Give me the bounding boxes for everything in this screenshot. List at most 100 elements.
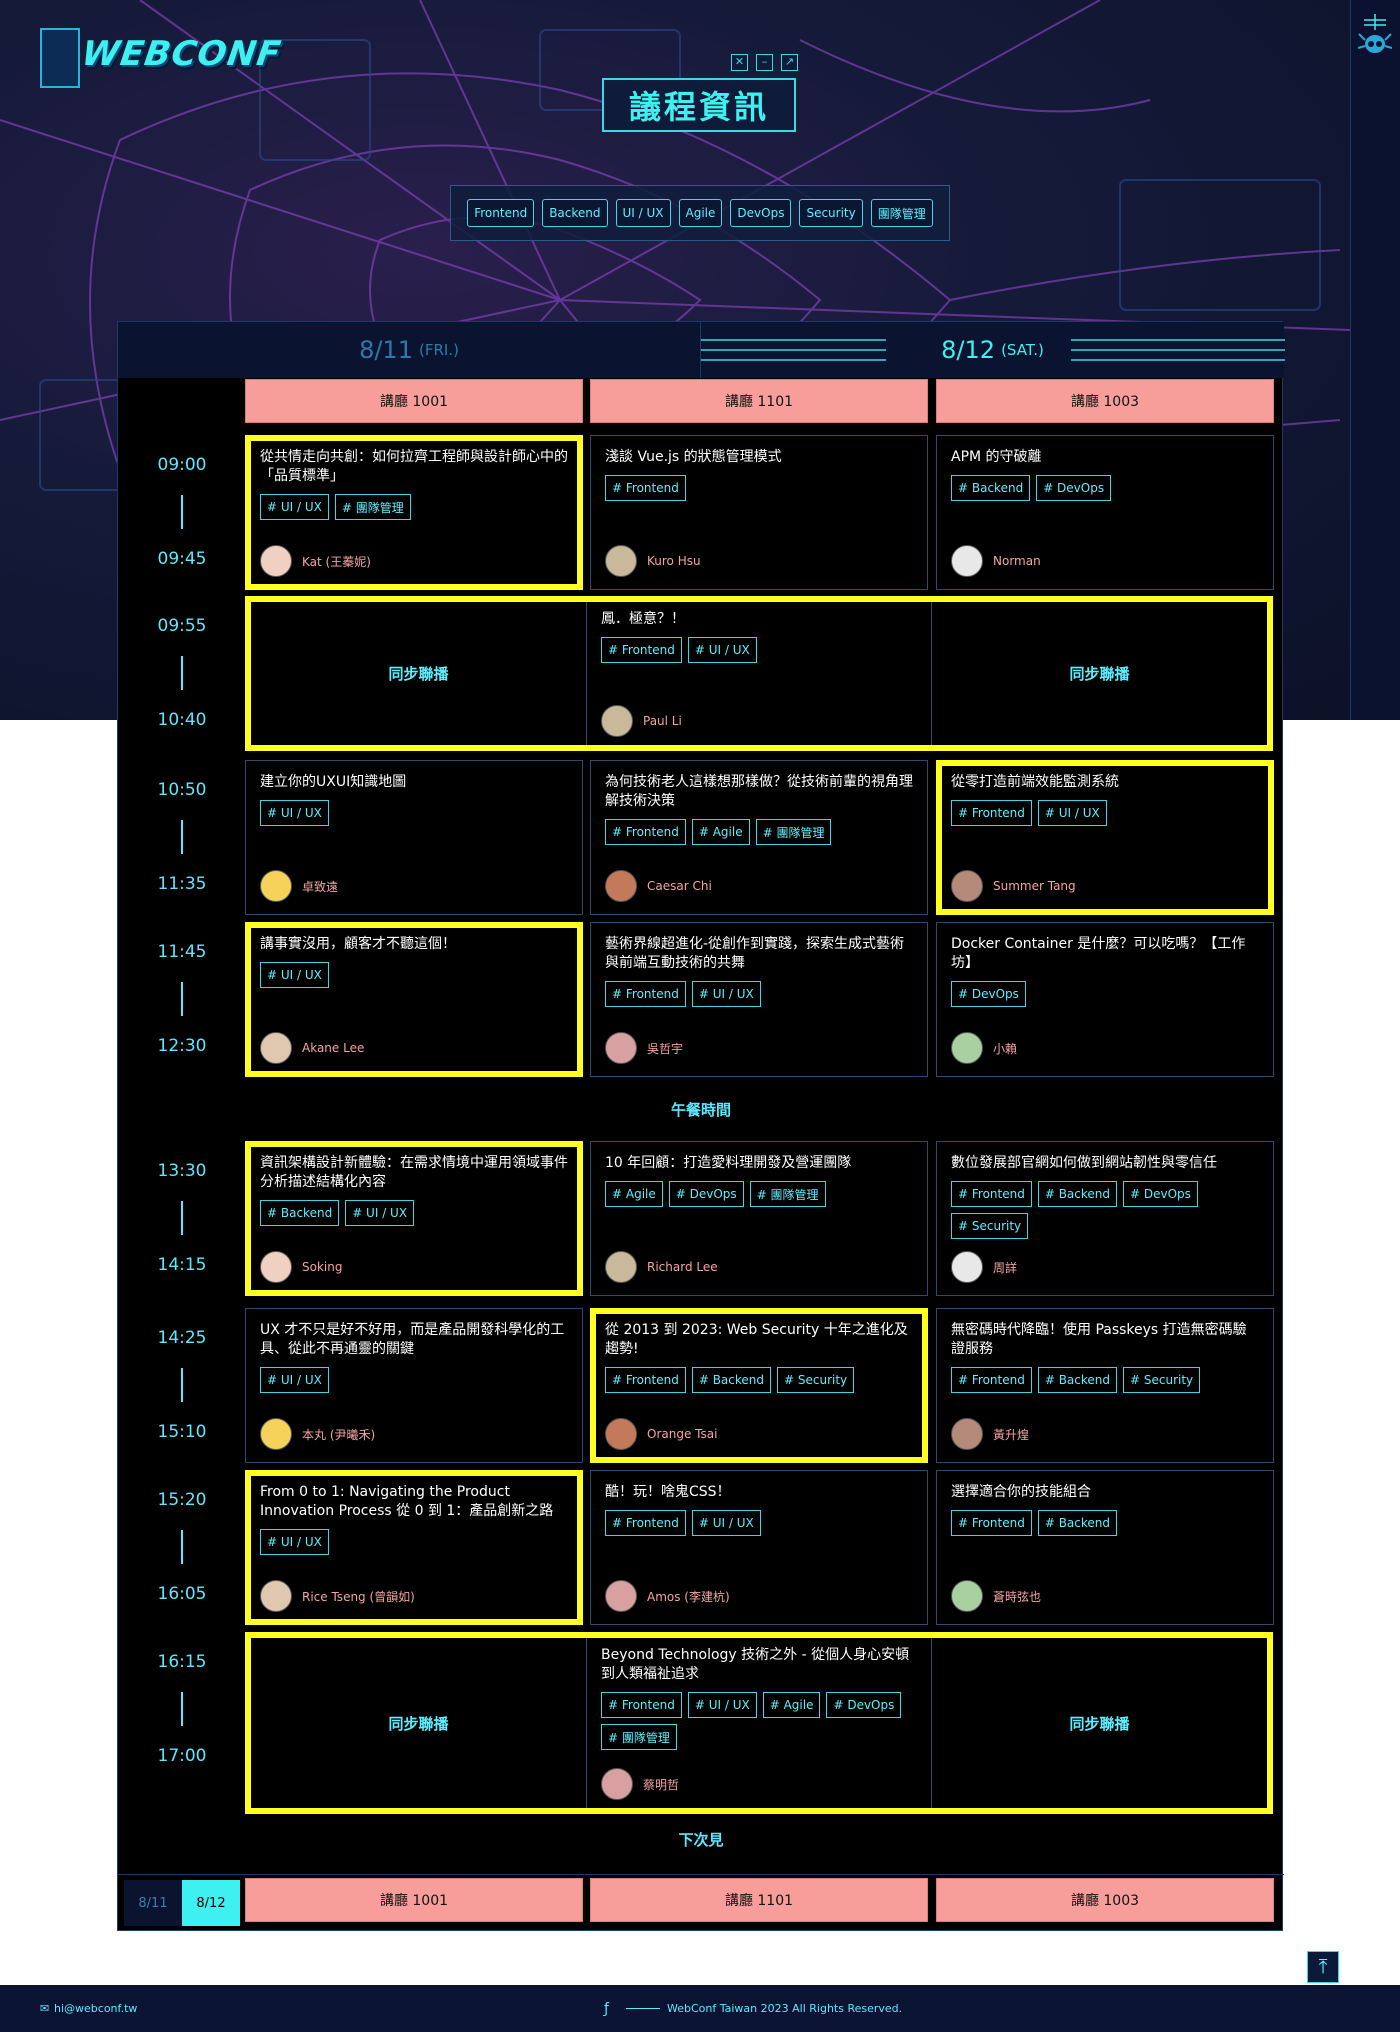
filter-uiux[interactable]: UI / UX <box>615 199 671 227</box>
session-card[interactable]: 從 2013 到 2023: Web Security 十年之進化及趨勢! # F… <box>590 1308 928 1463</box>
track-tag[interactable]: # Backend <box>1037 1510 1118 1536</box>
session-card[interactable]: 藝術界線超進化-從創作到實踐，探索生成式藝術與前端互動技術的共舞 # Fronte… <box>590 922 928 1077</box>
track-tag[interactable]: # Frontend <box>951 1181 1032 1207</box>
track-tag[interactable]: # 團隊管理 <box>755 819 832 845</box>
speaker[interactable]: Kat (王蓁妮) <box>260 545 371 577</box>
track-tag[interactable]: # DevOps <box>668 1181 744 1207</box>
track-tag[interactable]: # UI / UX <box>691 1510 761 1536</box>
track-tag[interactable]: # UI / UX <box>260 494 329 520</box>
track-tag[interactable]: # UI / UX <box>345 1200 415 1226</box>
simulcast-session[interactable]: 同步聯播 Beyond Technology 技術之外 - 從個人身心安頓到人類福… <box>245 1632 1273 1814</box>
tab-day-sat[interactable]: 8/12 (SAT.) <box>700 322 1285 378</box>
track-tag[interactable]: # Backend <box>691 1367 772 1393</box>
track-tag[interactable]: # Security <box>777 1367 855 1393</box>
track-tag[interactable]: # Frontend <box>951 1510 1032 1536</box>
speaker[interactable]: Soking <box>260 1251 342 1283</box>
session-card[interactable]: 為何技術老人這樣想那樣做？從技術前輩的視角理解技術決策 # Frontend # A… <box>590 760 928 915</box>
track-tag[interactable]: # 團隊管理 <box>334 494 411 520</box>
tab-day-fri[interactable]: 8/11 (FRI.) <box>118 322 700 378</box>
track-tag[interactable]: # UI / UX <box>1037 800 1107 826</box>
footer-email[interactable]: hi@webconf.tw <box>54 2002 137 2015</box>
speaker[interactable]: Norman <box>951 545 1041 577</box>
track-tag[interactable]: # DevOps <box>1036 475 1112 501</box>
track-tag[interactable]: # UI / UX <box>260 800 329 826</box>
track-tag[interactable]: # UI / UX <box>260 1529 329 1555</box>
track-tag[interactable]: # DevOps <box>951 981 1026 1007</box>
track-tag[interactable]: # Agile <box>605 1181 663 1207</box>
speaker[interactable]: 黃升煌 <box>951 1418 1029 1450</box>
session-card[interactable]: 10 年回顧：打造愛料理開發及營運團隊 # Agile # DevOps # 團隊管理… <box>590 1141 928 1296</box>
speaker[interactable]: Rice Tseng (曾韻如) <box>260 1580 415 1612</box>
track-tag[interactable]: # Security <box>951 1213 1029 1239</box>
track-tag[interactable]: # 團隊管理 <box>601 1724 677 1750</box>
track-tag[interactable]: # Agile <box>691 819 750 845</box>
speaker[interactable]: 蔡明哲 <box>601 1768 679 1800</box>
speaker[interactable]: Paul Li <box>601 705 682 737</box>
speaker[interactable]: Amos (李建杭) <box>605 1580 730 1612</box>
track-tag[interactable]: # Frontend <box>605 819 686 845</box>
speaker[interactable]: Summer Tang <box>951 870 1076 902</box>
filter-devops[interactable]: DevOps <box>730 199 792 227</box>
speaker[interactable]: Richard Lee <box>605 1251 718 1283</box>
track-tag[interactable]: # Frontend <box>605 1367 686 1393</box>
session-card[interactable]: 講事實沒用，顧客才不聽這個！ # UI / UX Akane Lee <box>245 922 583 1077</box>
track-tag[interactable]: # Frontend <box>951 800 1032 826</box>
track-tag[interactable]: # UI / UX <box>260 1367 329 1393</box>
session-card[interactable]: From 0 to 1: Navigating the Product Inno… <box>245 1470 583 1625</box>
speaker[interactable]: 卓致遠 <box>260 870 338 902</box>
track-tag[interactable]: # Frontend <box>605 981 686 1007</box>
session-card[interactable]: 從零打造前端效能監測系統 # Frontend # UI / UX Summer Ta… <box>936 760 1274 915</box>
bottom-tab-fri[interactable]: 8/11 <box>124 1880 182 1926</box>
session-card[interactable]: APM 的守破離 # Backend # DevOps Norman <box>936 435 1274 590</box>
speaker[interactable]: 本丸 (尹曦禾) <box>260 1418 375 1450</box>
track-tag[interactable]: # UI / UX <box>687 637 757 663</box>
session-card[interactable]: Docker Container 是什麼？可以吃嗎？【工作坊】 # DevOps 小… <box>936 922 1274 1077</box>
menu-button[interactable] <box>1357 14 1393 58</box>
session-card[interactable]: 淺談 Vue.js 的狀態管理模式 # Frontend Kuro Hsu <box>590 435 928 590</box>
session-card[interactable]: UX 才不只是好不好用，而是產品開發科學化的工具、從此不再通靈的關鍵 # UI /… <box>245 1308 583 1463</box>
keynote-card[interactable]: 鳳．極意？！ # Frontend # UI / UX Paul Li <box>586 602 932 745</box>
track-tag[interactable]: # Backend <box>260 1200 340 1226</box>
bottom-tab-sat[interactable]: 8/12 <box>182 1880 240 1926</box>
session-card[interactable]: 從共情走向共創：如何拉齊工程師與設計師心中的「品質標準」 # UI / UX # 團… <box>245 435 583 590</box>
session-card[interactable]: 無密碼時代降臨！使用 Passkeys 打造無密碼驗證服務 # Frontend #… <box>936 1308 1274 1463</box>
filter-frontend[interactable]: Frontend <box>467 199 535 227</box>
track-tag[interactable]: # Backend <box>1037 1181 1118 1207</box>
speaker[interactable]: Kuro Hsu <box>605 545 701 577</box>
filter-backend[interactable]: Backend <box>542 199 608 227</box>
simulcast-session[interactable]: 同步聯播 鳳．極意？！ # Frontend # UI / UX Paul Li 同步聯播 <box>245 596 1273 751</box>
track-tag[interactable]: # Frontend <box>605 1510 686 1536</box>
facebook-icon[interactable]: ƒ <box>604 2001 609 2017</box>
track-tag[interactable]: # Backend <box>951 475 1031 501</box>
track-tag[interactable]: # UI / UX <box>260 962 329 988</box>
track-tag[interactable]: # Frontend <box>601 1692 682 1718</box>
speaker[interactable]: 周詳 <box>951 1251 1017 1283</box>
track-tag[interactable]: # Frontend <box>601 637 682 663</box>
filter-security[interactable]: Security <box>799 199 863 227</box>
speaker[interactable]: 吳哲宇 <box>605 1032 683 1064</box>
session-card[interactable]: 建立你的UXUI知識地圖 # UI / UX 卓致遠 <box>245 760 583 915</box>
keynote-card[interactable]: Beyond Technology 技術之外 - 從個人身心安頓到人類福祉追求 #… <box>586 1638 932 1808</box>
filter-agile[interactable]: Agile <box>678 199 723 227</box>
speaker[interactable]: 蒼時弦也 <box>951 1580 1041 1612</box>
track-tag[interactable]: # Frontend <box>605 475 686 501</box>
speaker[interactable]: Orange Tsai <box>605 1418 717 1450</box>
session-card[interactable]: 數位發展部官網如何做到網站韌性與零信任 # Frontend # Backend # … <box>936 1141 1274 1296</box>
track-tag[interactable]: # 團隊管理 <box>749 1181 826 1207</box>
track-tag[interactable]: # UI / UX <box>687 1692 757 1718</box>
speaker[interactable]: Caesar Chi <box>605 870 712 902</box>
back-to-top-button[interactable]: ⤒ <box>1307 1951 1339 1983</box>
track-tag[interactable]: # Agile <box>762 1692 821 1718</box>
speaker[interactable]: Akane Lee <box>260 1032 364 1064</box>
track-tag[interactable]: # UI / UX <box>691 981 761 1007</box>
webconf-logo[interactable]: WEBCONF <box>30 20 284 95</box>
filter-team-management[interactable]: 團隊管理 <box>870 199 933 227</box>
track-tag[interactable]: # Security <box>1123 1367 1201 1393</box>
session-card[interactable]: 資訊架構設計新體驗：在需求情境中運用領域事件分析描述結構化內容 # Backend… <box>245 1141 583 1296</box>
session-card[interactable]: 選擇適合你的技能組合 # Frontend # Backend 蒼時弦也 <box>936 1470 1274 1625</box>
session-card[interactable]: 酷！玩！啥鬼CSS！ # Frontend # UI / UX Amos (李建杭) <box>590 1470 928 1625</box>
track-tag[interactable]: # DevOps <box>826 1692 902 1718</box>
track-tag[interactable]: # Backend <box>1037 1367 1118 1393</box>
speaker[interactable]: 小賴 <box>951 1032 1017 1064</box>
track-tag[interactable]: # Frontend <box>951 1367 1032 1393</box>
